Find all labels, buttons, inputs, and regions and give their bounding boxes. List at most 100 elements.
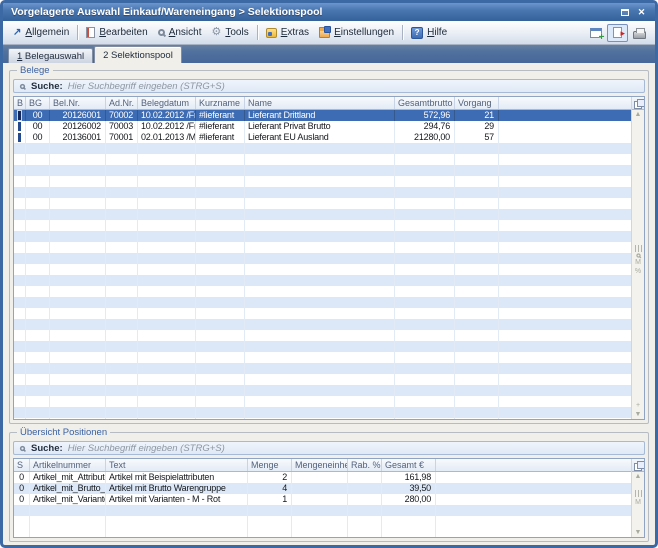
table-cell [138,154,196,165]
column-header[interactable]: Gesamtbrutto [395,97,455,109]
table-cell [196,187,245,198]
positionen-table-body: 0Artikel_mit_AttributenArtikel mit Beisp… [14,472,631,537]
table-cell [395,264,455,275]
column-header[interactable]: Rab. % [348,459,382,471]
rail-m-icon[interactable]: M [635,498,641,507]
table-cell [50,418,106,419]
table-cell [395,374,455,385]
scroll-top-icon[interactable]: ▲ [635,472,642,481]
table-cell [26,198,50,209]
table-empty-row [14,187,631,198]
column-header[interactable]: Gesamt € [382,459,436,471]
restore-button[interactable] [617,6,632,19]
table-cell [14,242,26,253]
exit-button[interactable] [607,24,628,42]
scroll-bottom-icon[interactable]: ▼ [635,410,642,419]
tab-belegauswahl[interactable]: 1 Belegauswahl [8,48,93,63]
column-header[interactable]: Vorgang [455,97,499,109]
print-button[interactable] [629,24,650,42]
table-cell [138,319,196,330]
table-row[interactable]: 00201360017000102.01.2013 /Mi#lieferantL… [14,132,631,143]
table-cell-filler [499,132,631,143]
table-cell [26,407,50,418]
table-cell: 0 [14,472,30,483]
column-header[interactable]: B [14,97,26,109]
export-grid-button[interactable] [585,24,606,42]
table-empty-row [14,363,631,374]
column-header[interactable]: Ad.Nr. [106,97,138,109]
table-empty-row [14,418,631,419]
table-empty-row [14,264,631,275]
table-cell [106,165,138,176]
menu-item-extras[interactable]: Extras [261,24,314,41]
table-cell [14,121,26,132]
table-cell [50,374,106,385]
table-cell-filler [436,483,631,494]
table-cell: Artikel mit Varianten - M - Rot [106,494,248,505]
table-cell [245,396,395,407]
scroll-bottom-icon[interactable]: ▼ [635,528,642,537]
menu-item-hilfe[interactable]: ?Hilfe [406,24,452,42]
table-cell [138,418,196,419]
table-row[interactable]: 00201260027000310.02.2012 /Fr#lieferantL… [14,121,631,132]
grip-icon[interactable] [635,490,642,497]
column-header[interactable]: S [14,459,30,471]
table-row[interactable]: 0Artikel_mit_VariantenArtikel mit Varian… [14,494,631,505]
table-cell [30,516,106,527]
table-cell [245,154,395,165]
table-empty-row [14,385,631,396]
table-cell [455,374,499,385]
table-cell [26,242,50,253]
table-cell [14,308,26,319]
rail-m-icon[interactable]: M [635,258,641,267]
table-row[interactable]: 0Artikel_mit_Brutto_WGArtikel mit Brutto… [14,483,631,494]
table-cell [455,308,499,319]
column-chooser-button[interactable] [632,459,645,472]
close-button[interactable]: ✕ [634,6,649,19]
table-cell [14,297,26,308]
menu-item-bearbeiten[interactable]: Bearbeiten [81,24,152,41]
table-cell [138,165,196,176]
table-cell [106,505,248,516]
positionen-search-bar[interactable]: Suche: Hier Suchbegriff eingeben (STRG+S… [13,441,645,455]
table-row[interactable]: 00201260017000210.02.2012 /Fr#lieferantL… [14,110,631,121]
column-header[interactable]: Artikelnummer [30,459,106,471]
table-row[interactable]: 0Artikel_mit_AttributenArtikel mit Beisp… [14,472,631,483]
close-icon: ✕ [638,7,646,18]
table-cell [248,505,292,516]
search-icon [20,83,25,88]
table-cell [196,209,245,220]
table-cell [106,198,138,209]
menu-item-einstellungen[interactable]: Einstellungen [314,24,399,41]
rail-percent-icon[interactable]: % [635,267,641,276]
table-cell: 29 [455,121,499,132]
table-cell [245,363,395,374]
column-header[interactable]: Text [106,459,248,471]
grip-icon[interactable] [635,245,642,252]
column-header[interactable]: Kurzname [196,97,245,109]
title-bar[interactable]: Vorgelagerte Auswahl Einkauf/Wareneingan… [3,3,655,21]
tab-selektionspool[interactable]: 2 Selektionspool [94,46,182,63]
scroll-plus-icon[interactable]: + [636,401,640,410]
column-header[interactable]: Name [245,97,395,109]
column-header[interactable]: Bel.Nr. [50,97,106,109]
column-header[interactable]: BG [26,97,50,109]
column-header[interactable]: Mengeneinheit [292,459,348,471]
menu-item-allgemein[interactable]: ↗Allgemein [8,24,74,41]
exit-icon [613,27,622,38]
column-chooser-button[interactable] [632,97,645,110]
table-cell [106,385,138,396]
scroll-top-icon[interactable]: ▲ [635,110,642,119]
table-cell [395,165,455,176]
table-cell [14,527,30,537]
belege-search-bar[interactable]: Suche: Hier Suchbegriff eingeben (STRG+S… [13,79,645,93]
column-header[interactable]: Belegdatum [138,97,196,109]
column-header[interactable]: Menge [248,459,292,471]
rail-search-icon[interactable] [636,253,640,257]
table-cell [106,231,138,242]
menu-item-tools[interactable]: ⚙Tools [206,24,253,41]
menu-item-ansicht[interactable]: Ansicht [153,24,207,41]
table-empty-row [14,297,631,308]
table-cell [245,165,395,176]
table-cell [106,352,138,363]
